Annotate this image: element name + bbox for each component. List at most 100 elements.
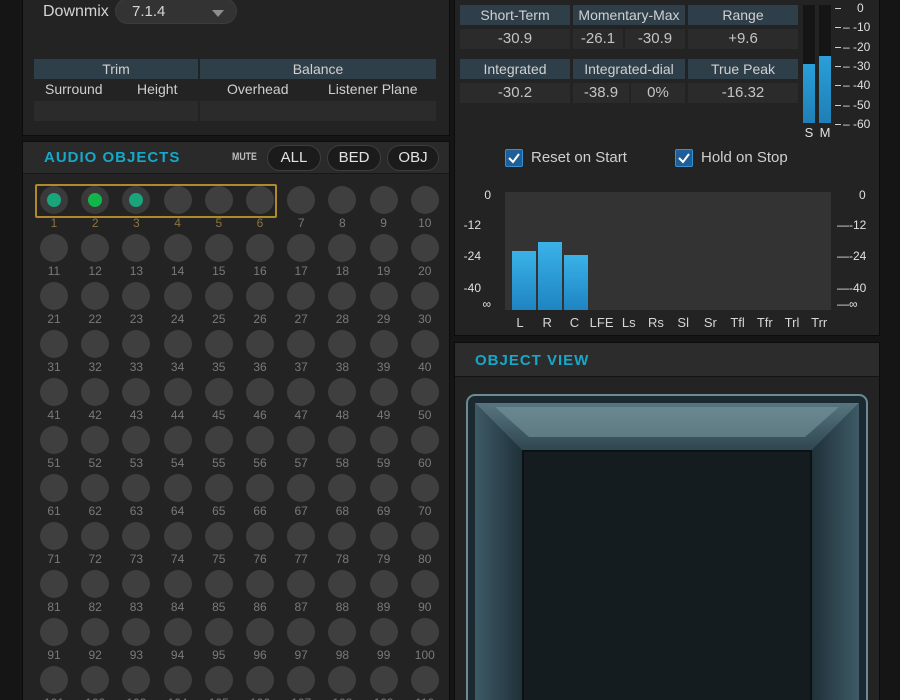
audio-object-42[interactable] <box>81 378 110 406</box>
audio-object-60[interactable] <box>410 426 439 454</box>
audio-object-105[interactable] <box>204 666 233 694</box>
audio-object-71[interactable] <box>40 522 68 550</box>
audio-object-14[interactable] <box>163 234 192 262</box>
audio-object-33[interactable] <box>122 330 151 358</box>
audio-object-108[interactable] <box>328 666 357 694</box>
audio-object-86[interactable] <box>246 570 274 598</box>
audio-object-13[interactable] <box>122 234 151 262</box>
audio-object-69[interactable] <box>369 474 398 502</box>
audio-object-23[interactable] <box>122 282 151 310</box>
audio-object-25[interactable] <box>204 282 233 310</box>
audio-object-92[interactable] <box>81 618 110 646</box>
audio-object-64[interactable] <box>163 474 192 502</box>
audio-object-82[interactable] <box>81 570 110 598</box>
audio-object-17[interactable] <box>287 234 316 262</box>
audio-object-10[interactable] <box>410 186 439 214</box>
audio-object-78[interactable] <box>328 522 357 550</box>
audio-object-106[interactable] <box>246 666 274 694</box>
audio-object-31[interactable] <box>40 330 68 358</box>
audio-object-39[interactable] <box>369 330 398 358</box>
audio-object-12[interactable] <box>81 234 110 262</box>
audio-object-57[interactable] <box>287 426 316 454</box>
audio-object-15[interactable] <box>204 234 233 262</box>
audio-object-98[interactable] <box>328 618 357 646</box>
audio-object-41[interactable] <box>40 378 68 406</box>
audio-object-9[interactable] <box>369 186 398 214</box>
audio-object-36[interactable] <box>246 330 274 358</box>
audio-object-28[interactable] <box>328 282 357 310</box>
audio-object-65[interactable] <box>204 474 233 502</box>
audio-object-59[interactable] <box>369 426 398 454</box>
hold-on-stop-checkbox[interactable] <box>675 149 693 167</box>
audio-object-88[interactable] <box>328 570 357 598</box>
audio-object-30[interactable] <box>410 282 439 310</box>
audio-object-40[interactable] <box>410 330 439 358</box>
audio-object-96[interactable] <box>246 618 274 646</box>
audio-object-63[interactable] <box>122 474 151 502</box>
audio-object-104[interactable] <box>163 666 192 694</box>
reset-on-start-checkbox[interactable] <box>505 149 523 167</box>
audio-object-32[interactable] <box>81 330 110 358</box>
audio-object-11[interactable] <box>40 234 68 262</box>
audio-object-73[interactable] <box>122 522 151 550</box>
audio-object-81[interactable] <box>40 570 68 598</box>
audio-object-84[interactable] <box>163 570 192 598</box>
audio-object-72[interactable] <box>81 522 110 550</box>
audio-object-97[interactable] <box>287 618 316 646</box>
audio-object-99[interactable] <box>369 618 398 646</box>
audio-object-62[interactable] <box>81 474 110 502</box>
audio-object-101[interactable] <box>40 666 68 694</box>
audio-object-68[interactable] <box>328 474 357 502</box>
audio-object-53[interactable] <box>122 426 151 454</box>
audio-object-83[interactable] <box>122 570 151 598</box>
audio-object-20[interactable] <box>410 234 439 262</box>
audio-object-87[interactable] <box>287 570 316 598</box>
balance-values-row[interactable] <box>200 101 436 121</box>
audio-object-46[interactable] <box>246 378 274 406</box>
audio-object-76[interactable] <box>246 522 274 550</box>
audio-object-67[interactable] <box>287 474 316 502</box>
audio-object-27[interactable] <box>287 282 316 310</box>
audio-object-75[interactable] <box>204 522 233 550</box>
audio-object-89[interactable] <box>369 570 398 598</box>
downmix-select[interactable]: 7.1.4 <box>115 0 237 24</box>
audio-object-102[interactable] <box>81 666 110 694</box>
audio-object-26[interactable] <box>246 282 274 310</box>
audio-object-55[interactable] <box>204 426 233 454</box>
audio-object-56[interactable] <box>246 426 274 454</box>
audio-object-58[interactable] <box>328 426 357 454</box>
audio-object-79[interactable] <box>369 522 398 550</box>
audio-object-49[interactable] <box>369 378 398 406</box>
room-3d-view[interactable] <box>465 393 869 700</box>
hold-on-stop-label[interactable]: Hold on Stop <box>701 149 788 166</box>
audio-object-16[interactable] <box>246 234 274 262</box>
audio-object-74[interactable] <box>163 522 192 550</box>
audio-object-47[interactable] <box>287 378 316 406</box>
audio-object-70[interactable] <box>410 474 439 502</box>
audio-object-50[interactable] <box>410 378 439 406</box>
audio-object-8[interactable] <box>328 186 357 214</box>
audio-object-107[interactable] <box>287 666 316 694</box>
audio-object-18[interactable] <box>328 234 357 262</box>
audio-object-52[interactable] <box>81 426 110 454</box>
audio-object-44[interactable] <box>163 378 192 406</box>
audio-object-37[interactable] <box>287 330 316 358</box>
audio-object-29[interactable] <box>369 282 398 310</box>
audio-object-38[interactable] <box>328 330 357 358</box>
audio-object-91[interactable] <box>40 618 68 646</box>
audio-object-95[interactable] <box>204 618 233 646</box>
audio-object-110[interactable] <box>410 666 439 694</box>
audio-object-85[interactable] <box>204 570 233 598</box>
trim-values-row[interactable] <box>34 101 198 121</box>
audio-object-80[interactable] <box>410 522 439 550</box>
audio-object-61[interactable] <box>40 474 68 502</box>
audio-object-77[interactable] <box>287 522 316 550</box>
audio-object-90[interactable] <box>410 570 439 598</box>
audio-object-93[interactable] <box>122 618 151 646</box>
audio-object-54[interactable] <box>163 426 192 454</box>
audio-object-66[interactable] <box>246 474 274 502</box>
audio-object-7[interactable] <box>287 186 316 214</box>
audio-object-109[interactable] <box>369 666 398 694</box>
audio-object-103[interactable] <box>122 666 151 694</box>
audio-object-94[interactable] <box>163 618 192 646</box>
